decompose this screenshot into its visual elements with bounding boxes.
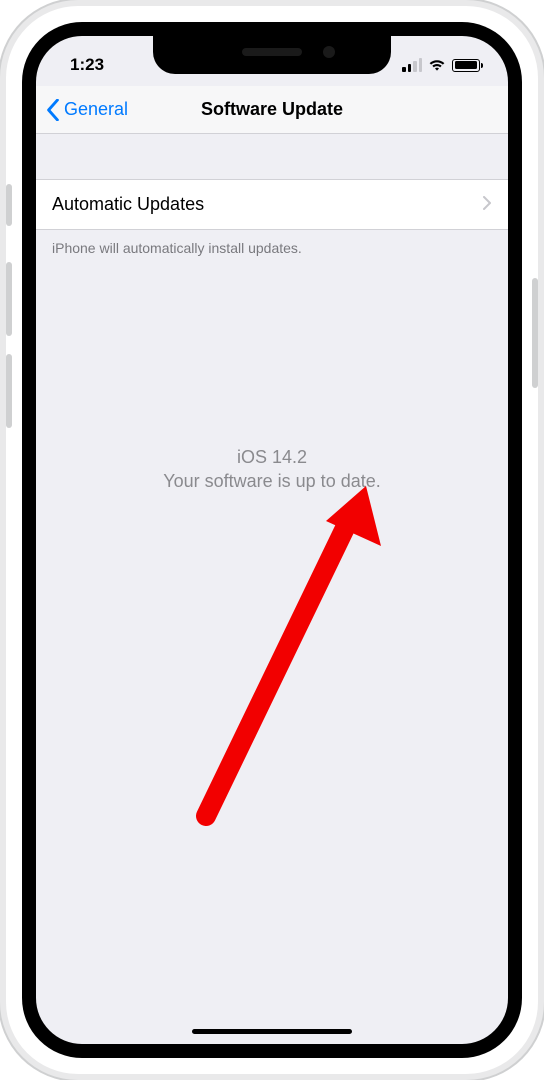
mute-switch [6,184,12,226]
wifi-icon [428,58,446,72]
group-footer-text: iPhone will automatically install update… [36,230,508,266]
back-button[interactable]: General [46,86,128,133]
page-title: Software Update [201,99,343,120]
chevron-right-icon [483,194,492,215]
back-label: General [64,99,128,120]
status-right [402,50,480,72]
volume-up-button [6,262,12,336]
chevron-left-icon [46,99,60,121]
screen: 1:23 [36,36,508,1044]
update-status: iOS 14.2 Your software is up to date. [36,445,508,494]
battery-icon [452,59,480,72]
up-to-date-text: Your software is up to date. [36,469,508,493]
cellular-signal-icon [402,58,422,72]
row-label: Automatic Updates [52,194,204,215]
home-indicator[interactable] [192,1029,352,1034]
power-button [532,278,538,388]
phone-frame: 1:23 [6,6,538,1074]
automatic-updates-row[interactable]: Automatic Updates [36,179,508,230]
settings-group: Automatic Updates iPhone will automatica… [36,179,508,266]
content-area: Automatic Updates iPhone will automatica… [36,135,508,1044]
ios-version-text: iOS 14.2 [36,445,508,469]
notch [153,36,391,74]
status-time: 1:23 [64,47,104,75]
volume-down-button [6,354,12,428]
phone-bezel: 1:23 [22,22,522,1058]
nav-bar: General Software Update [36,86,508,134]
